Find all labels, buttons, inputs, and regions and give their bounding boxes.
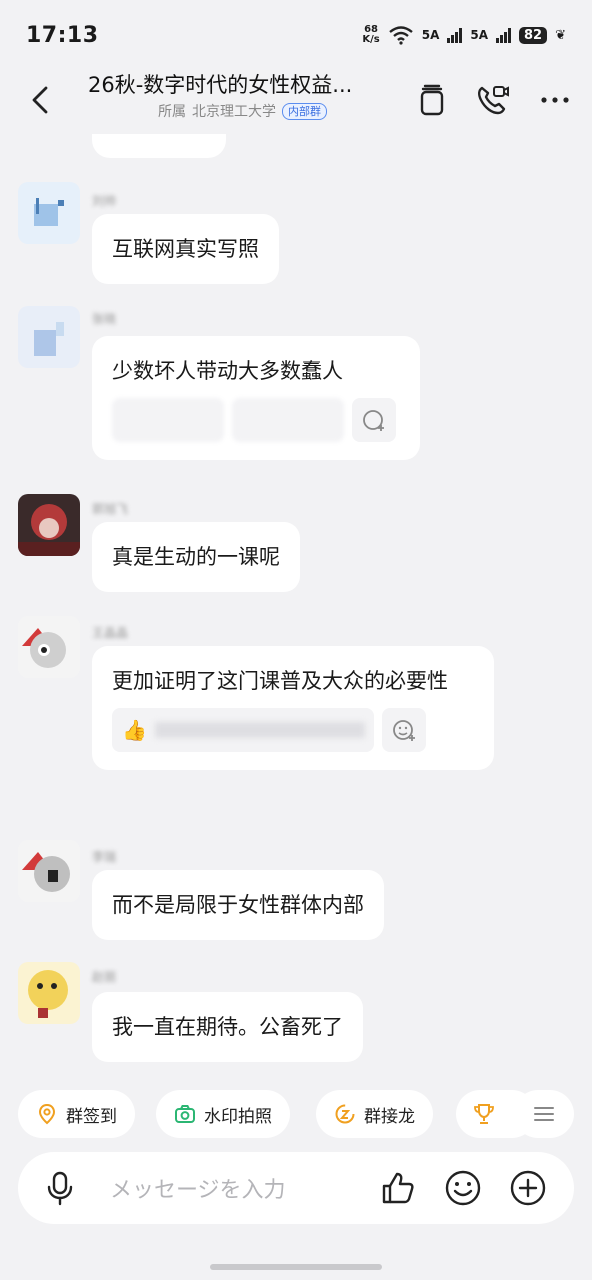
- sim1-label: 5A: [421, 28, 440, 42]
- message-bubble[interactable]: 而不是局限于女性群体内部: [92, 870, 384, 940]
- sender-name: 李瑞: [92, 850, 117, 864]
- message-text: 我一直在期待。公畜死了: [112, 1015, 343, 1039]
- group-subtitle: 所属 北京理工大学 内部群: [158, 101, 388, 121]
- chip-label: 群签到: [66, 1106, 117, 1127]
- avatar[interactable]: [18, 182, 80, 244]
- avatar[interactable]: [18, 494, 80, 556]
- signal-1-icon: [447, 27, 463, 43]
- avatar[interactable]: [18, 306, 80, 368]
- add-emoji-icon: [393, 720, 415, 741]
- status-time: 17:13: [26, 22, 99, 48]
- message-text: 而不是局限于女性群体内部: [112, 893, 364, 917]
- call-icon[interactable]: [474, 82, 510, 118]
- message-text: 互联网真实写照: [112, 237, 259, 261]
- wifi-icon: [388, 26, 413, 45]
- battery-indicator: 82: [519, 26, 548, 44]
- microphone-icon[interactable]: [40, 1168, 80, 1208]
- message-bubble[interactable]: 少数坏人带动大多数蠢人: [92, 336, 420, 460]
- reaction-pill[interactable]: 👍: [112, 708, 374, 752]
- reaction-pill[interactable]: [112, 398, 224, 442]
- reaction-row: 👍: [112, 708, 474, 752]
- message-bubble[interactable]: 更加证明了这门课普及大众的必要性 👍: [92, 646, 494, 770]
- message-bubble[interactable]: 互联网真实写照: [92, 214, 279, 284]
- thumbs-up-icon[interactable]: [378, 1168, 418, 1208]
- signal-2-icon: [496, 27, 511, 43]
- message-input[interactable]: メッセージを入力: [110, 1172, 286, 1204]
- quick-action-bar: 群签到 水印拍照 群接龙: [0, 1090, 592, 1140]
- sender-name: 王晶晶: [92, 626, 129, 640]
- add-emoji-icon: [363, 410, 384, 431]
- avatar[interactable]: [18, 962, 80, 1024]
- chip-label: 群接龙: [364, 1106, 415, 1127]
- reaction-pill[interactable]: [232, 398, 344, 442]
- title-block[interactable]: 26秋-数字时代的女性权益... 所属 北京理工大学 内部群: [88, 70, 388, 121]
- internal-group-badge: 内部群: [282, 102, 327, 120]
- message-text: 少数坏人带动大多数蠢人: [112, 359, 343, 383]
- thumbs-up-emoji-icon: 👍: [122, 718, 147, 742]
- trophy-icon: [474, 1104, 494, 1124]
- affiliation-prefix: 所属: [158, 104, 186, 120]
- avatar[interactable]: [18, 616, 80, 678]
- net-speed: 68 K/s: [362, 25, 379, 45]
- location-pin-icon: [38, 1103, 56, 1125]
- sender-name: 郭旭飞: [92, 502, 129, 516]
- message-text: 更加证明了这门课普及大众的必要性: [112, 669, 448, 693]
- group-checkin-chip[interactable]: 群签到: [18, 1090, 135, 1138]
- leaf-icon: ❦: [555, 27, 566, 43]
- watermark-photo-chip[interactable]: 水印拍照: [156, 1090, 290, 1138]
- add-reaction-button[interactable]: [382, 708, 426, 752]
- more-icon[interactable]: [538, 82, 574, 118]
- back-icon[interactable]: [22, 80, 62, 120]
- menu-icon: [534, 1107, 554, 1121]
- message-list[interactable]: 刘帅 互联网真实写照 张晓 少数坏人带动大多数蠢人 郭旭飞 真是生动的一课呢 王…: [0, 134, 592, 1084]
- status-bar: 17:13 68 K/s 5A 5A 82 ❦: [0, 0, 592, 70]
- previous-message-bubble[interactable]: [92, 134, 226, 158]
- sender-name: 赵丽: [92, 970, 117, 984]
- notes-icon[interactable]: [414, 82, 450, 118]
- camera-icon: [175, 1105, 195, 1123]
- home-indicator[interactable]: [210, 1264, 382, 1270]
- net-speed-unit: K/s: [362, 34, 380, 45]
- sim2-label: 5A: [470, 28, 488, 42]
- message-input-bar: メッセージを入力: [18, 1152, 574, 1224]
- group-relay-chip[interactable]: 群接龙: [316, 1090, 433, 1138]
- quick-menu-button[interactable]: [514, 1090, 574, 1138]
- chip-label: 水印拍照: [204, 1106, 272, 1127]
- status-icons: 68 K/s 5A 5A 82 ❦: [362, 25, 566, 45]
- group-title[interactable]: 26秋-数字时代的女性权益...: [88, 70, 380, 100]
- message-text: 真是生动的一课呢: [112, 545, 280, 569]
- sender-name: 刘帅: [92, 194, 117, 208]
- relay-icon: [335, 1104, 355, 1124]
- sender-name: 张晓: [92, 312, 117, 326]
- message-bubble[interactable]: 我一直在期待。公畜死了: [92, 992, 363, 1062]
- avatar[interactable]: [18, 840, 80, 902]
- add-reaction-button[interactable]: [352, 398, 396, 442]
- message-bubble[interactable]: 真是生动的一课呢: [92, 522, 300, 592]
- reaction-row: [112, 398, 400, 442]
- emoji-icon[interactable]: [443, 1168, 483, 1208]
- affiliation-name: 北京理工大学: [192, 104, 276, 120]
- plus-icon[interactable]: [508, 1168, 548, 1208]
- chat-header: 26秋-数字时代的女性权益... 所属 北京理工大学 内部群: [0, 70, 592, 134]
